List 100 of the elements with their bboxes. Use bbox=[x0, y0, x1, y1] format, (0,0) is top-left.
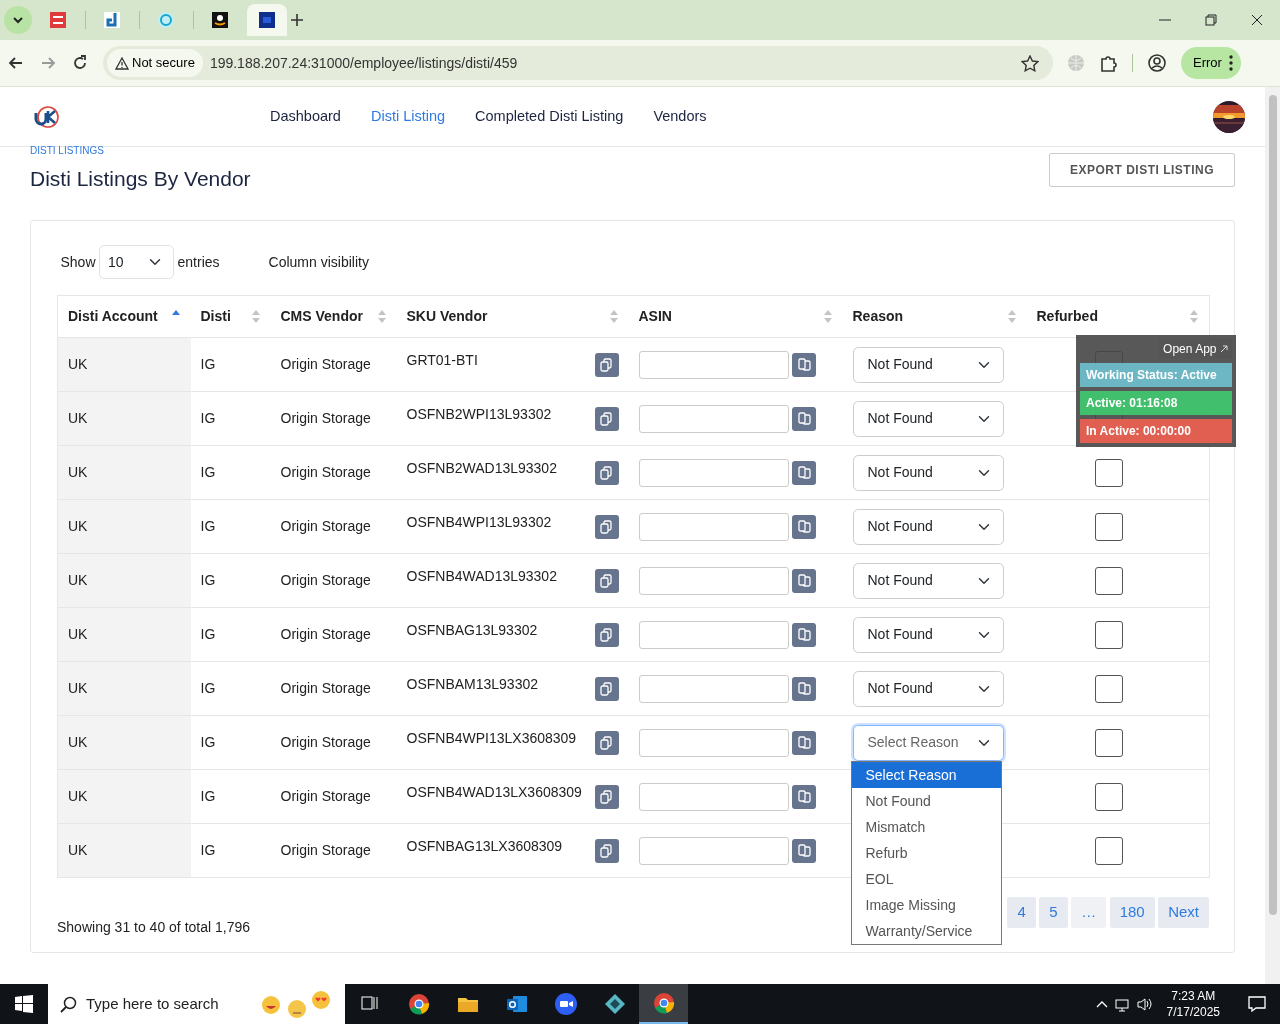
paste-button[interactable] bbox=[792, 730, 816, 755]
profile-icon[interactable] bbox=[1147, 53, 1167, 73]
column-header[interactable]: ASIN bbox=[638, 306, 672, 327]
page-button[interactable]: 4 bbox=[1007, 897, 1036, 928]
paste-button[interactable] bbox=[792, 676, 816, 701]
dropdown-option[interactable]: Image Missing bbox=[851, 892, 1001, 918]
reason-select[interactable]: Not Found bbox=[852, 454, 1004, 491]
column-visibility-button[interactable]: Column visibility bbox=[267, 250, 370, 274]
page-button[interactable]: 5 bbox=[1039, 897, 1068, 928]
reason-select[interactable]: Not Found bbox=[852, 508, 1004, 545]
reason-select[interactable]: Not Found bbox=[852, 400, 1004, 437]
asin-field[interactable] bbox=[638, 458, 789, 487]
clock[interactable]: 7:23 AM 7/17/2025 bbox=[1159, 988, 1227, 1020]
copy-button[interactable] bbox=[594, 406, 619, 431]
copy-button[interactable] bbox=[594, 838, 619, 863]
asin-field[interactable] bbox=[638, 836, 789, 865]
copy-button[interactable] bbox=[594, 568, 619, 593]
reason-select[interactable]: Select Reason bbox=[852, 724, 1004, 761]
asin-field[interactable] bbox=[638, 620, 789, 649]
copy-button[interactable] bbox=[594, 784, 619, 809]
refurbed-checkbox[interactable] bbox=[1094, 458, 1123, 487]
chevron-up-icon[interactable] bbox=[1095, 999, 1108, 1009]
security-chip[interactable]: Not secure bbox=[106, 49, 203, 77]
new-tab-icon[interactable] bbox=[290, 13, 304, 27]
asin-field[interactable] bbox=[638, 566, 789, 595]
export-button[interactable]: EXPORT DISTI LISTING bbox=[1049, 153, 1235, 187]
table-cell: IG bbox=[200, 626, 216, 642]
paste-button[interactable] bbox=[792, 406, 816, 431]
paste-button[interactable] bbox=[792, 568, 816, 593]
column-header[interactable]: SKU Vendor bbox=[406, 306, 488, 327]
paste-button[interactable] bbox=[792, 622, 816, 647]
paste-button[interactable] bbox=[792, 838, 816, 863]
asin-field[interactable] bbox=[638, 728, 789, 757]
error-button[interactable]: Error bbox=[1181, 47, 1241, 79]
asin-field[interactable] bbox=[638, 350, 789, 379]
scrollbar[interactable] bbox=[1265, 87, 1280, 984]
copy-button[interactable] bbox=[594, 622, 619, 647]
breadcrumb-link[interactable]: DISTI LISTINGS bbox=[30, 147, 1265, 153]
copy-icon bbox=[796, 680, 812, 697]
reason-select[interactable]: Not Found bbox=[852, 616, 1004, 653]
copy-button[interactable] bbox=[594, 460, 619, 485]
column-header[interactable]: Reason bbox=[852, 306, 904, 327]
dropdown-option[interactable]: Refurb bbox=[851, 840, 1001, 866]
tab-search-icon[interactable] bbox=[3, 6, 32, 34]
refurbed-checkbox[interactable] bbox=[1094, 512, 1123, 541]
volume-icon[interactable] bbox=[1136, 996, 1153, 1012]
reason-select[interactable]: Not Found bbox=[852, 670, 1004, 707]
asin-field[interactable] bbox=[638, 404, 789, 433]
tile-icon bbox=[49, 11, 67, 29]
column-header[interactable]: Disti bbox=[200, 306, 231, 327]
paste-button[interactable] bbox=[792, 352, 816, 377]
paste-button[interactable] bbox=[792, 514, 816, 539]
asin-field[interactable] bbox=[638, 782, 789, 811]
search-box[interactable]: Type here to search bbox=[48, 984, 345, 1024]
windows-icon[interactable] bbox=[15, 995, 33, 1013]
refurbed-checkbox[interactable] bbox=[1094, 782, 1123, 811]
copy-button[interactable] bbox=[594, 676, 619, 701]
column-header[interactable]: CMS Vendor bbox=[280, 306, 363, 327]
dropdown-option[interactable]: EOL bbox=[851, 866, 1001, 892]
ellipsis-button[interactable]: … bbox=[1071, 897, 1107, 928]
dropdown-option[interactable]: Mismatch bbox=[851, 814, 1001, 840]
reload-icon[interactable] bbox=[71, 54, 89, 72]
dropdown-option[interactable]: Warranty/Service bbox=[851, 918, 1001, 944]
column-header[interactable]: Refurbed bbox=[1036, 306, 1098, 327]
page-button[interactable]: Next bbox=[1158, 897, 1209, 928]
nav-link[interactable]: Dashboard bbox=[270, 105, 341, 128]
table-cell-text: OSFNBAG13L93302 bbox=[406, 621, 538, 640]
refurbed-checkbox[interactable] bbox=[1094, 728, 1123, 757]
dropdown-option[interactable]: Not Found bbox=[851, 788, 1001, 814]
entries-select[interactable]: 10 bbox=[99, 245, 175, 279]
copy-button[interactable] bbox=[594, 514, 619, 539]
entries-label: entries bbox=[177, 252, 220, 272]
copy-button[interactable] bbox=[594, 730, 619, 755]
puzzle-icon[interactable] bbox=[1099, 53, 1118, 73]
asin-field[interactable] bbox=[638, 674, 789, 703]
refurbed-checkbox[interactable] bbox=[1094, 836, 1123, 865]
reason-select[interactable]: Not Found bbox=[852, 346, 1004, 383]
column-header[interactable]: Disti Account bbox=[68, 306, 158, 327]
table-cell: UK bbox=[68, 842, 88, 858]
address-url[interactable]: 199.188.207.24:31000/employee/listings/disti/459 bbox=[209, 52, 1021, 74]
table-cell: UK bbox=[68, 410, 88, 426]
browser-tab[interactable] bbox=[246, 4, 287, 36]
nav-link[interactable]: Completed Disti Listing bbox=[475, 105, 624, 128]
logo-icon[interactable] bbox=[32, 103, 60, 130]
notification-icon[interactable] bbox=[1248, 995, 1266, 1013]
star-icon[interactable] bbox=[1021, 54, 1039, 72]
copy-button[interactable] bbox=[594, 352, 619, 377]
asin-field[interactable] bbox=[638, 512, 789, 541]
nav-link[interactable]: Vendors bbox=[653, 105, 707, 128]
paste-button[interactable] bbox=[792, 460, 816, 485]
page-button[interactable]: 180 bbox=[1109, 897, 1155, 928]
taskbar-app[interactable] bbox=[639, 984, 688, 1024]
reason-select[interactable]: Not Found bbox=[852, 562, 1004, 599]
nav-link[interactable]: Disti Listing bbox=[370, 105, 446, 128]
dropdown-option[interactable]: Select Reason bbox=[851, 762, 1001, 788]
network-icon[interactable] bbox=[1114, 996, 1130, 1012]
paste-button[interactable] bbox=[792, 784, 816, 809]
refurbed-checkbox[interactable] bbox=[1094, 566, 1123, 595]
refurbed-checkbox[interactable] bbox=[1094, 620, 1123, 649]
refurbed-checkbox[interactable] bbox=[1094, 674, 1123, 703]
